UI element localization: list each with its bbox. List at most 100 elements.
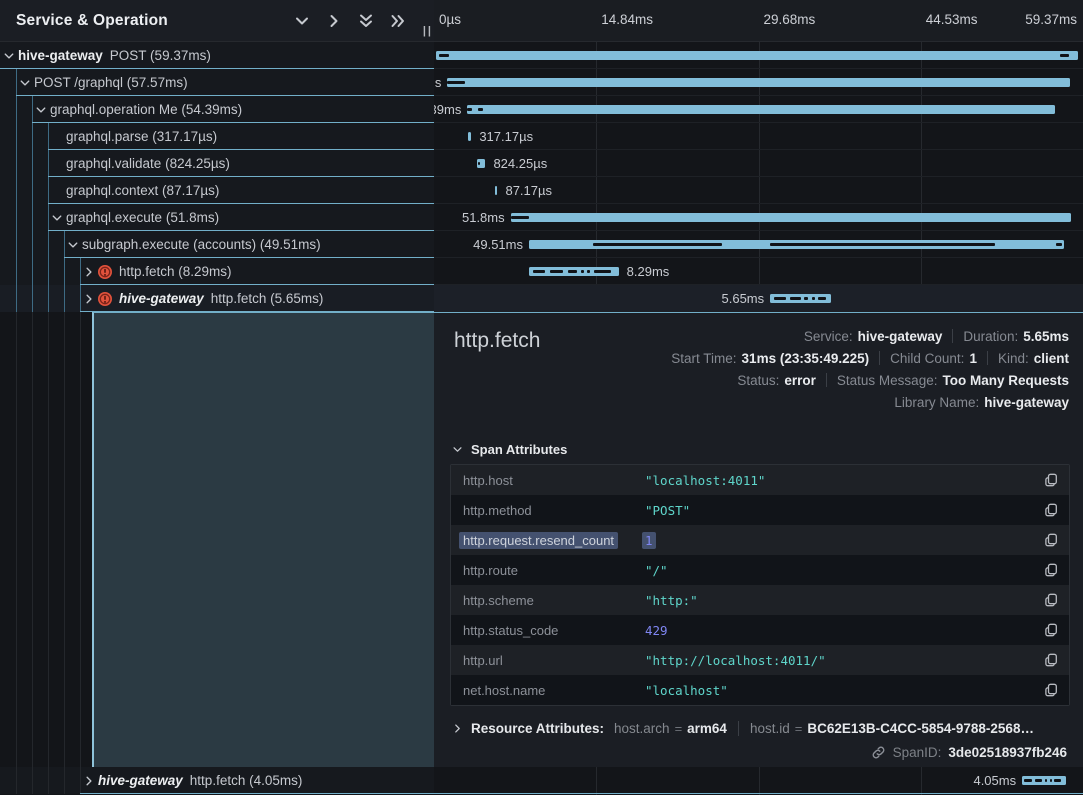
selected-span-expansion bbox=[92, 312, 434, 767]
double-chevron-right-icon[interactable] bbox=[390, 13, 406, 29]
span-duration-bar[interactable] bbox=[477, 159, 486, 168]
service-name: hive-gateway bbox=[119, 291, 204, 306]
attribute-value: 429 bbox=[645, 623, 668, 638]
span-timeline-cell: 8.29ms bbox=[434, 258, 1083, 285]
operation-label: http.fetch (4.05ms) bbox=[190, 773, 303, 788]
expand-chevron-icon[interactable] bbox=[83, 293, 95, 305]
resource-attributes-title: Resource Attributes: bbox=[471, 721, 604, 736]
attribute-row: http.url"http://localhost:4011/" bbox=[451, 645, 1069, 675]
resource-key: host.id bbox=[750, 721, 790, 736]
span-duration-label: 57.57ms bbox=[434, 69, 441, 96]
span-tree-item[interactable]: graphql.parse (317.17µs) bbox=[0, 123, 434, 150]
indent-guide bbox=[16, 258, 17, 285]
span-duration-bar[interactable] bbox=[468, 132, 471, 141]
span-tree-item[interactable]: http.fetch (8.29ms) bbox=[0, 258, 434, 285]
indent-guide bbox=[64, 231, 65, 258]
collapse-chevron-icon[interactable] bbox=[3, 50, 15, 62]
span-duration-bar[interactable] bbox=[436, 51, 1078, 60]
attribute-value: 1 bbox=[645, 533, 656, 548]
detail-meta-value: error bbox=[784, 373, 816, 388]
child-span-tick bbox=[594, 270, 612, 273]
indent-guide bbox=[16, 150, 17, 177]
collapse-chevron-icon[interactable] bbox=[67, 239, 79, 251]
expand-chevron-icon[interactable] bbox=[83, 775, 95, 787]
panel-resize-handle[interactable]: || bbox=[423, 25, 433, 37]
copy-icon[interactable] bbox=[1043, 502, 1059, 518]
equals-sign: = bbox=[795, 721, 803, 736]
operation-label: subgraph.execute (accounts) (49.51ms) bbox=[82, 237, 321, 252]
copy-icon[interactable] bbox=[1043, 682, 1059, 698]
attribute-key-text: http.method bbox=[463, 503, 532, 518]
operation-label: http.fetch (5.65ms) bbox=[211, 291, 324, 306]
link-icon[interactable] bbox=[871, 745, 886, 760]
collapse-chevron-icon[interactable] bbox=[19, 77, 31, 89]
attribute-key: http.status_code bbox=[463, 623, 645, 638]
detail-meta-label: Duration: bbox=[963, 329, 1018, 344]
span-tree-item[interactable]: subgraph.execute (accounts) (49.51ms) bbox=[0, 231, 434, 258]
collapse-chevron-icon[interactable] bbox=[51, 212, 63, 224]
attribute-key: http.route bbox=[463, 563, 645, 578]
span-bar-track: 59.37ms bbox=[436, 42, 1078, 69]
copy-icon[interactable] bbox=[1043, 562, 1059, 578]
copy-icon[interactable] bbox=[1043, 622, 1059, 638]
span-id-row: SpanID: 3de02518937fb246 bbox=[871, 745, 1067, 760]
span-tree-item[interactable]: POST /graphql (57.57ms) bbox=[0, 69, 434, 96]
attribute-key: net.host.name bbox=[463, 683, 645, 698]
span-tree-item[interactable]: graphql.operation Me (54.39ms) bbox=[0, 96, 434, 123]
span-duration-bar[interactable] bbox=[1022, 776, 1066, 785]
copy-icon[interactable] bbox=[1043, 472, 1059, 488]
span-timeline-cell: 59.37ms bbox=[434, 42, 1083, 69]
attribute-row: http.status_code429 bbox=[451, 615, 1069, 645]
attribute-row: http.host"localhost:4011" bbox=[451, 465, 1069, 495]
span-row-content: POST /graphql (57.57ms) bbox=[34, 69, 188, 96]
detail-meta-value: Too Many Requests bbox=[942, 373, 1069, 388]
span-row: graphql.parse (317.17µs)317.17µs bbox=[0, 123, 1083, 150]
child-span-tick bbox=[439, 54, 449, 57]
double-chevron-down-icon[interactable] bbox=[358, 13, 374, 29]
attribute-row: http.method"POST" bbox=[451, 495, 1069, 525]
span-duration-label: 54.39ms bbox=[434, 96, 461, 123]
attribute-key-text: http.route bbox=[463, 563, 518, 578]
child-span-tick bbox=[1035, 779, 1042, 782]
attribute-row: http.request.resend_count1 bbox=[451, 525, 1069, 555]
attribute-value-text: "/" bbox=[645, 563, 668, 578]
span-bar-track: 824.25µs bbox=[436, 150, 1078, 177]
indent-guide bbox=[16, 96, 17, 123]
child-span-tick bbox=[770, 243, 995, 246]
expand-chevron-icon[interactable] bbox=[83, 266, 95, 278]
span-tree-item[interactable]: hive-gateway http.fetch (5.65ms) bbox=[0, 285, 434, 312]
panel-title: Service & Operation bbox=[16, 12, 168, 30]
indent-guide bbox=[32, 177, 33, 204]
operation-label: graphql.operation Me (54.39ms) bbox=[50, 102, 242, 117]
chevron-right-icon bbox=[452, 723, 463, 734]
copy-icon[interactable] bbox=[1043, 652, 1059, 668]
collapse-chevron-icon[interactable] bbox=[35, 104, 47, 116]
span-row: graphql.operation Me (54.39ms) 54.39ms bbox=[0, 96, 1083, 123]
indent-guide bbox=[32, 231, 33, 258]
span-duration-bar[interactable] bbox=[511, 213, 1071, 222]
indent-guide bbox=[16, 177, 17, 204]
span-row: hive-gatewayPOST (59.37ms)59.37ms bbox=[0, 42, 1083, 69]
span-duration-bar[interactable] bbox=[529, 267, 619, 276]
indent-guide bbox=[32, 150, 33, 177]
span-duration-bar[interactable] bbox=[447, 78, 1070, 87]
indent-guide bbox=[48, 231, 49, 258]
span-tree-item[interactable]: graphql.execute (51.8ms) bbox=[0, 204, 434, 231]
span-duration-bar[interactable] bbox=[467, 105, 1055, 114]
span-tree-item[interactable]: graphql.validate (824.25µs) bbox=[0, 150, 434, 177]
span-attributes-header[interactable]: Span Attributes bbox=[452, 442, 567, 457]
copy-icon[interactable] bbox=[1043, 532, 1059, 548]
span-tree-item[interactable]: graphql.context (87.17µs) bbox=[0, 177, 434, 204]
attribute-value-text: "http:" bbox=[645, 593, 698, 608]
span-duration-bar[interactable] bbox=[770, 294, 831, 303]
span-detail-title: http.fetch bbox=[454, 329, 540, 353]
span-duration-bar[interactable] bbox=[529, 240, 1064, 249]
span-tree-item[interactable]: hive-gatewayhttp.fetch (4.05ms) bbox=[0, 767, 434, 794]
span-tree-item[interactable]: hive-gatewayPOST (59.37ms) bbox=[0, 42, 434, 69]
resource-attributes-row[interactable]: Resource Attributes: host.arch=arm64host… bbox=[452, 715, 1070, 741]
span-duration-bar[interactable] bbox=[495, 186, 497, 195]
chevron-right-icon[interactable] bbox=[326, 13, 342, 29]
copy-icon[interactable] bbox=[1043, 592, 1059, 608]
chevron-down-icon[interactable] bbox=[294, 13, 310, 29]
operation-label: http.fetch (8.29ms) bbox=[119, 264, 232, 279]
